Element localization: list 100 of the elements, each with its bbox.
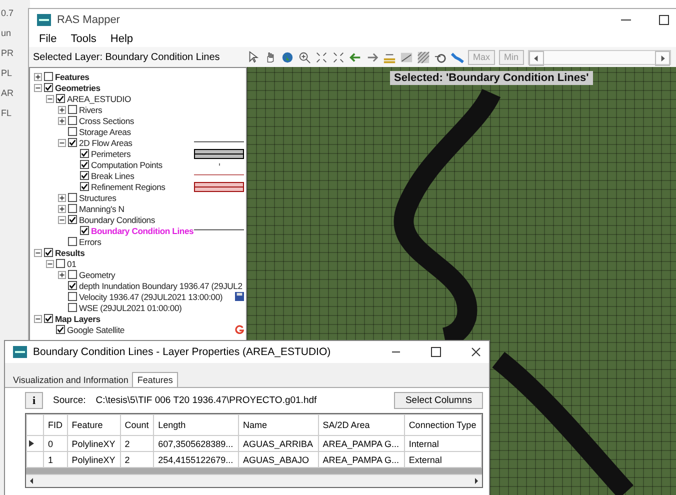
column-header[interactable]: Feature (67, 414, 120, 436)
column-header[interactable]: Connection Type (404, 414, 482, 436)
background-window-text: un (0, 28, 12, 38)
collapse-toggle[interactable] (34, 84, 42, 92)
layer-checkbox[interactable] (44, 248, 53, 257)
layer-name[interactable]: Velocity 1936.47 (29JUL2021 13:00:00) (79, 292, 223, 302)
layer-name[interactable]: depth Inundation Boundary 1936.47 (29JUL2 (79, 280, 242, 290)
layer-name[interactable]: Storage Areas (79, 126, 131, 136)
layer-checkbox[interactable] (68, 116, 77, 125)
column-header[interactable]: Count (120, 414, 154, 436)
column-header[interactable]: Name (238, 414, 318, 436)
tab[interactable]: Features (132, 372, 178, 387)
menu-item[interactable]: Help (110, 33, 134, 45)
layer-name[interactable]: Cross Sections (79, 116, 134, 126)
layer-name[interactable]: Geometries (55, 82, 100, 92)
menu-item[interactable]: Tools (70, 33, 96, 45)
layer-checkbox[interactable] (80, 171, 89, 180)
profile-icon[interactable] (400, 50, 413, 64)
selected-layer-label: Selected Layer: Boundary Condition Lines (32, 52, 221, 62)
layer-name[interactable]: Perimeters (91, 148, 131, 158)
layer-checkbox[interactable] (80, 226, 89, 235)
layer-checkbox[interactable] (80, 182, 89, 191)
layer-checkbox[interactable] (68, 303, 77, 312)
layer-checkbox[interactable] (68, 215, 77, 224)
pointer-icon[interactable] (247, 50, 260, 64)
river-line-icon[interactable] (451, 50, 464, 64)
collapse-toggle[interactable] (34, 314, 42, 322)
layer-checkbox[interactable] (68, 292, 77, 301)
layer-name[interactable]: AREA_ESTUDIO (67, 94, 131, 104)
table-cell: AGUAS_ABAJO (238, 452, 318, 468)
layer-checkbox[interactable] (44, 83, 53, 92)
layer-name[interactable]: Rivers (79, 104, 102, 114)
select-columns-button[interactable]: Select Columns (394, 392, 483, 409)
layer-name[interactable]: Manning's N (79, 204, 124, 214)
column-header[interactable]: FID (44, 414, 68, 436)
layer-checkbox[interactable] (56, 325, 65, 334)
layer-name[interactable]: Computation Points (91, 160, 162, 170)
horizontal-scrollbar[interactable] (26, 474, 482, 487)
layer-checkbox[interactable] (44, 72, 53, 81)
layer-checkbox[interactable] (80, 160, 89, 169)
scroll-left-icon[interactable] (528, 50, 544, 66)
layer-name[interactable]: Structures (79, 192, 116, 202)
table-cell: AGUAS_ARRIBA (238, 436, 318, 452)
expand-toggle[interactable] (58, 204, 66, 212)
zoom-extent-icon[interactable] (315, 50, 328, 64)
expand-toggle[interactable] (58, 116, 66, 124)
layer-name[interactable]: Results (55, 248, 85, 258)
tab[interactable]: Visualization and Information (9, 373, 132, 387)
layer-checkbox[interactable] (56, 94, 65, 103)
layer-checkbox[interactable] (44, 314, 53, 323)
collapse-toggle[interactable] (58, 138, 66, 146)
layer-name[interactable]: Geometry (79, 270, 116, 280)
layer-name[interactable]: Errors (79, 236, 102, 246)
menu-item[interactable]: File (39, 33, 57, 45)
expand-toggle[interactable] (58, 194, 66, 202)
layer-name[interactable]: Boundary Condition Lines (91, 226, 194, 236)
layer-checkbox[interactable] (68, 138, 77, 147)
layer-name[interactable]: 01 (67, 258, 76, 268)
close-icon[interactable] (471, 347, 481, 357)
forward-arrow-icon[interactable] (366, 50, 379, 64)
scroll-left-icon[interactable] (29, 478, 35, 484)
collapse-toggle[interactable] (46, 260, 54, 268)
layer-name[interactable]: Google Satellite (67, 324, 124, 334)
collapse-toggle[interactable] (46, 94, 54, 102)
hatch-icon[interactable] (417, 50, 430, 64)
column-header[interactable]: Length (154, 414, 238, 436)
collapse-toggle[interactable] (58, 216, 66, 224)
layer-name[interactable]: 2D Flow Areas (79, 138, 132, 148)
layer-name[interactable]: Map Layers (55, 314, 100, 324)
layer-name[interactable]: Boundary Conditions (79, 214, 155, 224)
layer-checkbox[interactable] (68, 237, 77, 246)
table-cell: 254,4155122679... (154, 452, 238, 468)
layer-checkbox[interactable] (68, 193, 77, 202)
info-button[interactable]: i (25, 392, 43, 409)
globe-icon[interactable] (281, 50, 294, 64)
zoom-in-icon[interactable] (298, 50, 311, 64)
column-header[interactable]: SA/2D Area (318, 414, 404, 436)
expand-toggle[interactable] (58, 270, 66, 278)
layer-checkbox[interactable] (68, 105, 77, 114)
layer-checkbox[interactable] (68, 281, 77, 290)
layer-checkbox[interactable] (80, 149, 89, 158)
scroll-right-icon[interactable] (473, 478, 479, 484)
maximize-icon[interactable] (431, 347, 441, 357)
layer-name[interactable]: Features (55, 72, 90, 82)
layer-checkbox[interactable] (68, 270, 77, 279)
full-extent-icon[interactable] (332, 50, 345, 64)
table-cell: Internal (404, 436, 482, 452)
maximize-icon[interactable] (659, 15, 669, 25)
scroll-right-icon[interactable] (655, 50, 670, 66)
layer-name[interactable]: WSE (29JUL2021 01:00:00) (79, 302, 182, 312)
layer-checkbox[interactable] (68, 127, 77, 136)
layer-name[interactable]: Break Lines (91, 170, 134, 180)
expand-toggle[interactable] (34, 72, 42, 80)
layer-name[interactable]: Refinement Regions (91, 182, 166, 192)
collapse-toggle[interactable] (34, 248, 42, 256)
back-arrow-icon[interactable] (349, 50, 362, 64)
layer-checkbox[interactable] (56, 259, 65, 268)
expand-toggle[interactable] (58, 106, 66, 114)
toolbar-scrollbar[interactable] (528, 50, 671, 64)
layer-checkbox[interactable] (68, 204, 77, 213)
